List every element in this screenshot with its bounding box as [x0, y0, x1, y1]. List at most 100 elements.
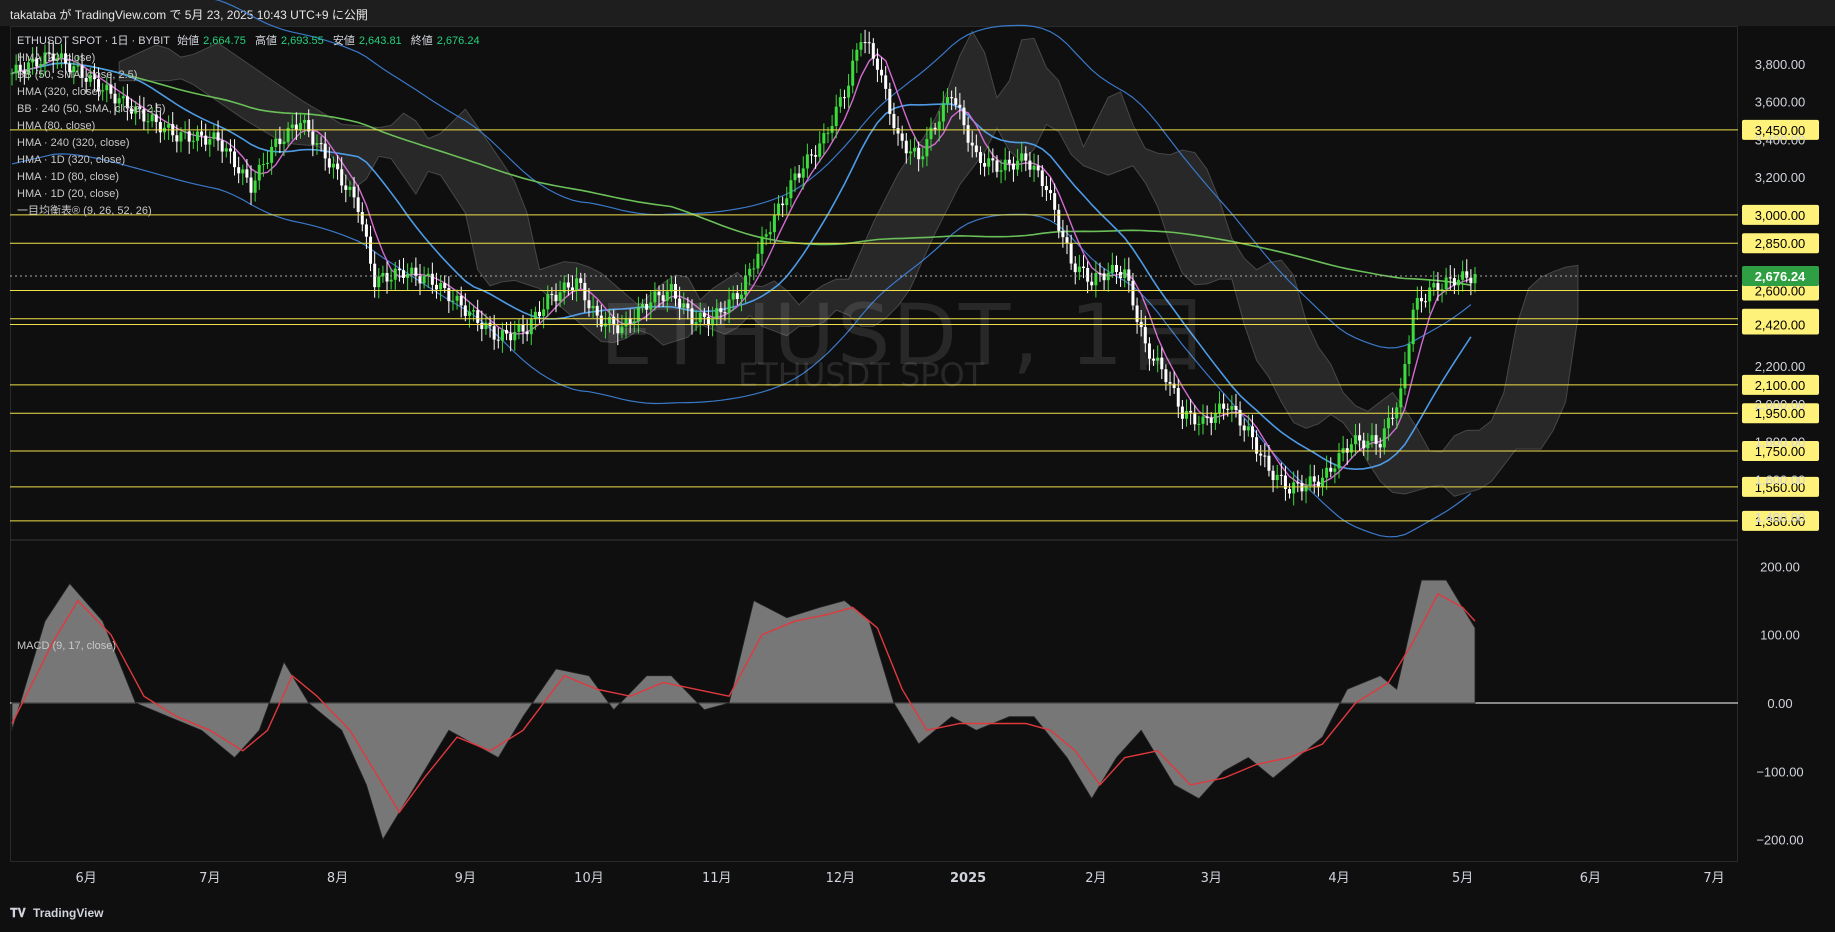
- candle-body[interactable]: [1329, 467, 1333, 472]
- candle-body[interactable]: [904, 140, 908, 154]
- candle-body[interactable]: [1040, 170, 1044, 187]
- candle-body[interactable]: [1358, 435, 1362, 441]
- candle-body[interactable]: [1366, 440, 1370, 449]
- candle-body[interactable]: [591, 305, 595, 309]
- candle-body[interactable]: [978, 152, 982, 164]
- candle-body[interactable]: [1370, 435, 1374, 441]
- candle-body[interactable]: [1333, 468, 1337, 472]
- candle-body[interactable]: [863, 42, 867, 44]
- indicator-label[interactable]: HMA · 1D (20, close): [17, 186, 486, 203]
- candle-body[interactable]: [682, 303, 686, 308]
- candle-body[interactable]: [715, 308, 719, 319]
- candle-body[interactable]: [1259, 453, 1263, 456]
- candle-body[interactable]: [801, 168, 805, 178]
- candle-body[interactable]: [1069, 242, 1073, 264]
- candle-body[interactable]: [1222, 403, 1226, 409]
- candle-body[interactable]: [595, 305, 599, 316]
- candle-body[interactable]: [649, 302, 653, 310]
- candle-body[interactable]: [1057, 209, 1061, 231]
- candle-body[interactable]: [373, 263, 377, 288]
- candle-body[interactable]: [735, 293, 739, 299]
- candle-body[interactable]: [1296, 482, 1300, 484]
- candle-body[interactable]: [550, 294, 554, 296]
- candle-body[interactable]: [1386, 417, 1390, 429]
- candle-body[interactable]: [1448, 277, 1452, 279]
- candle-body[interactable]: [1081, 266, 1085, 269]
- candle-body[interactable]: [851, 60, 855, 86]
- candle-body[interactable]: [1168, 382, 1172, 384]
- candle-body[interactable]: [995, 160, 999, 172]
- candle-body[interactable]: [439, 283, 443, 290]
- candle-body[interactable]: [1415, 298, 1419, 310]
- candle-body[interactable]: [1457, 279, 1461, 286]
- candle-body[interactable]: [888, 88, 892, 114]
- candle-body[interactable]: [554, 294, 558, 301]
- candle-body[interactable]: [665, 291, 669, 301]
- candle-body[interactable]: [1378, 443, 1382, 448]
- candle-body[interactable]: [875, 58, 879, 70]
- candle-body[interactable]: [1193, 412, 1197, 425]
- candle-body[interactable]: [1028, 160, 1032, 170]
- candle-body[interactable]: [1185, 410, 1189, 419]
- candle-body[interactable]: [785, 198, 789, 206]
- candle-body[interactable]: [1444, 277, 1448, 290]
- candle-body[interactable]: [756, 253, 760, 269]
- candle-body[interactable]: [731, 293, 735, 300]
- indicator-label[interactable]: HMA (320, close): [17, 84, 486, 101]
- candle-body[interactable]: [1407, 344, 1411, 364]
- candle-body[interactable]: [933, 127, 937, 130]
- indicator-label[interactable]: BB · 240 (50, SMA, close, 2.5): [17, 101, 486, 118]
- candle-body[interactable]: [822, 133, 826, 144]
- candle-body[interactable]: [463, 305, 467, 316]
- candle-body[interactable]: [430, 273, 434, 285]
- candle-body[interactable]: [587, 300, 591, 309]
- candle-body[interactable]: [781, 203, 785, 206]
- candle-body[interactable]: [1036, 165, 1040, 171]
- candle-body[interactable]: [983, 163, 987, 167]
- candle-body[interactable]: [1312, 476, 1316, 482]
- candle-body[interactable]: [641, 303, 645, 308]
- candle-body[interactable]: [842, 97, 846, 99]
- candle-body[interactable]: [793, 173, 797, 181]
- candle-body[interactable]: [1238, 409, 1242, 426]
- candle-body[interactable]: [1353, 435, 1357, 445]
- candle-body[interactable]: [1011, 163, 1015, 170]
- candle-body[interactable]: [389, 279, 393, 282]
- candle-body[interactable]: [1135, 305, 1139, 322]
- candle-body[interactable]: [608, 316, 612, 324]
- candle-body[interactable]: [1279, 474, 1283, 476]
- candle-body[interactable]: [1090, 281, 1094, 286]
- candle-body[interactable]: [1246, 426, 1250, 431]
- candle-body[interactable]: [727, 299, 731, 313]
- candle-body[interactable]: [1362, 440, 1366, 449]
- candle-body[interactable]: [1242, 425, 1246, 431]
- candle-body[interactable]: [1172, 383, 1176, 389]
- candle-body[interactable]: [645, 303, 649, 310]
- candle-body[interactable]: [533, 311, 537, 319]
- candle-body[interactable]: [579, 278, 583, 283]
- candle-body[interactable]: [1119, 272, 1123, 279]
- candle-body[interactable]: [921, 156, 925, 160]
- candle-body[interactable]: [1399, 388, 1403, 408]
- candle-body[interactable]: [1424, 301, 1428, 303]
- candle-body[interactable]: [925, 139, 929, 157]
- candle-body[interactable]: [1077, 266, 1081, 273]
- candle-body[interactable]: [991, 158, 995, 161]
- candle-body[interactable]: [698, 312, 702, 323]
- candle-body[interactable]: [1053, 193, 1057, 210]
- candle-body[interactable]: [1428, 287, 1432, 302]
- candle-body[interactable]: [871, 43, 875, 59]
- candle-body[interactable]: [1411, 309, 1415, 345]
- candle-body[interactable]: [855, 49, 859, 61]
- candle-body[interactable]: [768, 232, 772, 235]
- indicator-label[interactable]: 一目均衡表® (9, 26, 52, 26): [17, 203, 486, 220]
- candle-body[interactable]: [496, 339, 500, 341]
- indicator-label[interactable]: HMA (20, close): [17, 50, 486, 67]
- candle-body[interactable]: [480, 322, 484, 329]
- candle-body[interactable]: [443, 283, 447, 289]
- candle-body[interactable]: [529, 318, 533, 335]
- candle-body[interactable]: [772, 215, 776, 233]
- candle-body[interactable]: [966, 125, 970, 143]
- candle-body[interactable]: [492, 326, 496, 340]
- candle-body[interactable]: [542, 309, 546, 317]
